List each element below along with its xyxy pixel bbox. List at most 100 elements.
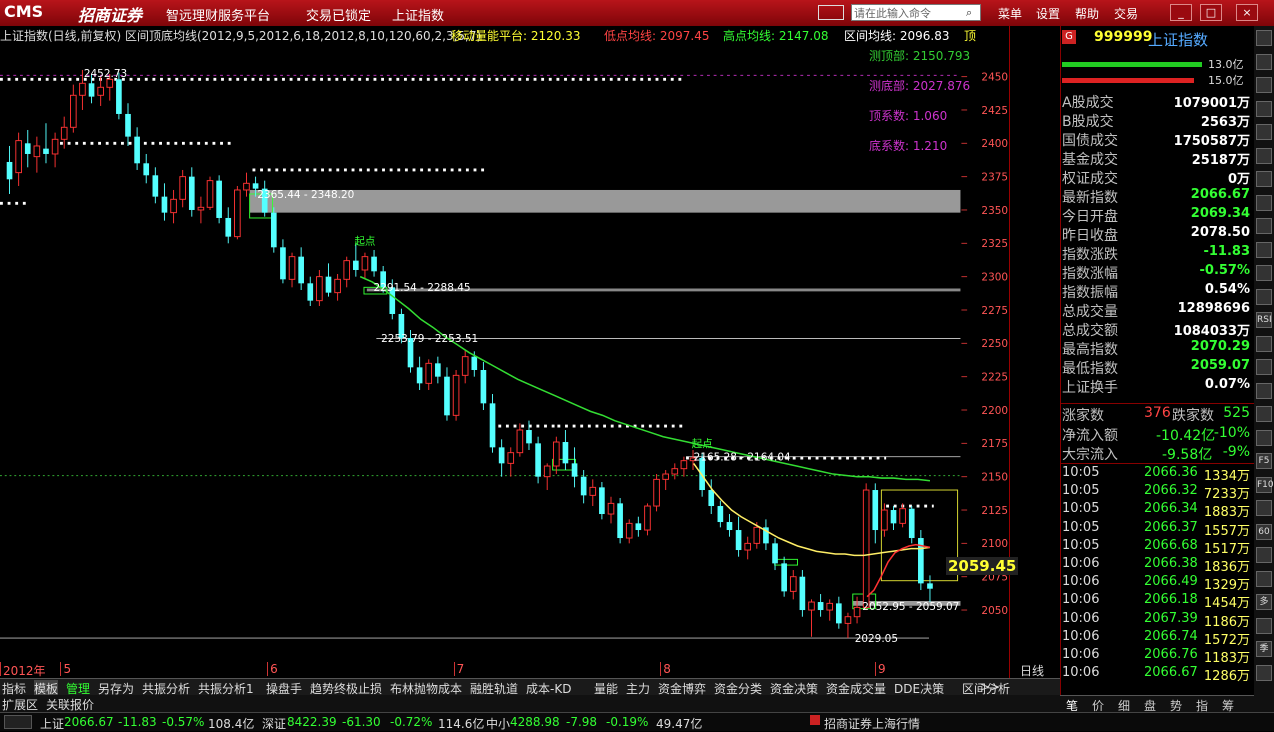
quote-row-value: 2563万 [1200,115,1250,130]
tool-icon[interactable] [1256,547,1272,563]
status-arrows-icon[interactable] [4,715,32,729]
sh-name[interactable]: 上证 [40,715,64,732]
y-tick-label: 2450 [981,71,1008,83]
quote-row-label: B股成交 [1062,114,1114,130]
quote-row-label: A股成交 [1062,95,1114,111]
tool-icon[interactable] [1256,241,1272,258]
candle-body [908,508,915,539]
maximize-button[interactable]: □ [1200,4,1222,21]
candle-body [625,522,633,539]
sh-change: -11.83 [118,715,157,729]
tick-price: 2066.36 [1144,465,1198,480]
toolbar-more-button[interactable]: >> [980,680,1000,694]
y-tick-label: 2175 [981,438,1008,450]
menu-settings[interactable]: 设置 [1036,5,1060,22]
candle-body [152,175,159,197]
tick-volume: 1883万 [1203,505,1250,521]
tool-icon[interactable] [1256,77,1272,93]
level-label: 起点 [692,438,713,450]
menu-trade-locked[interactable]: 交易已锁定 [306,5,371,24]
tick-price: 2066.49 [1144,574,1198,590]
quote-row: 最高指数 2070.29 [1062,339,1250,358]
menu-help[interactable]: 帮助 [1075,5,1099,22]
minimize-button[interactable]: _ [1170,4,1192,21]
period-label[interactable]: 日线 [1020,662,1044,679]
candlestick-chart[interactable]: 2450 2425 2400 2375 2350 2325 2300 2275 2250 2225… [0,42,1010,662]
tool-icon[interactable] [1256,359,1272,375]
candle-body [461,356,469,376]
tick-time: 10:06 [1062,647,1100,662]
candle-body [307,283,314,301]
resistance-band [249,189,961,213]
close-button[interactable]: × [1236,4,1258,21]
quote-code: 999999 [1094,29,1153,45]
tool-icon[interactable] [1256,288,1272,305]
tool-icon[interactable] [1256,617,1272,634]
tick-price: 2066.67 [1144,665,1198,681]
menu-trade[interactable]: 交易 [1114,5,1138,22]
tool-icon[interactable] [1256,664,1272,681]
tool-icon[interactable]: F5 [1256,453,1272,469]
tool-icon[interactable] [1256,335,1272,352]
tool-icon[interactable] [1256,171,1272,187]
tool-icon[interactable]: RSI [1256,312,1272,328]
tick-row: 10:06 2066.49 1329万 [1062,574,1250,593]
y-tick-label: 2100 [981,538,1008,550]
menu-main[interactable]: 菜单 [998,5,1022,22]
y-tick-label: 2350 [981,205,1008,217]
tool-icon[interactable] [1256,265,1272,281]
level-label: 2029.05 [855,633,898,645]
sz-change: -61.30 [342,715,381,729]
quote-row-value: 2059.07 [1190,358,1250,373]
search-icon[interactable]: ⌕ [966,6,980,20]
tool-icon[interactable] [1256,30,1272,46]
tool-icon[interactable] [1256,429,1272,446]
menu-platform[interactable]: 智远理财服务平台 [166,5,270,24]
tool-icon[interactable] [1256,53,1272,70]
indicator-info-bar: 上证指数(日线,前复权) 区间顶底均线(2012,9,5,2012,6,18,2… [0,26,1010,43]
tool-icon[interactable]: F10 [1256,476,1274,493]
tool-icon[interactable] [1256,570,1272,587]
tool-icon[interactable]: 季 [1256,641,1272,657]
tick-volume: 1836万 [1203,560,1250,575]
tool-icon[interactable] [1256,218,1272,234]
zx-name[interactable]: 中小 [486,715,510,732]
quote-row-label: 指数振幅 [1062,285,1118,301]
ext-area-tab[interactable]: 扩展区 [2,696,38,713]
tool-icon[interactable] [1256,382,1272,399]
candle-body [899,508,906,524]
keyboard-icon[interactable] [818,5,844,20]
tool-icon[interactable] [1256,124,1272,140]
x-tick-label: 7 [456,662,465,676]
quote-row-value: 2070.29 [1190,339,1250,354]
tick-row: 10:05 2066.36 1334万 [1062,465,1250,484]
candle-body [143,163,150,176]
menu-index-name[interactable]: 上证指数 [392,5,444,24]
tool-icon[interactable]: 60 [1256,523,1272,540]
candle-body [516,429,524,454]
related-quote-tab[interactable]: 关联报价 [46,696,94,713]
candle-body [662,473,669,480]
candle-body [781,563,787,592]
candle-body [789,576,797,592]
quote-row-label: 指数涨跌 [1062,247,1118,263]
tick-row: 10:06 2066.74 1572万 [1062,629,1250,648]
quote-row-value: 0.07% [1204,377,1250,392]
tool-icon[interactable] [1256,147,1272,164]
y-tick-label: 2425 [981,105,1008,117]
sz-name[interactable]: 深证 [262,715,286,732]
quote-name: 上证指数 [1148,31,1209,49]
candle-body [589,486,597,496]
tool-icon[interactable]: 多 [1256,594,1272,610]
level-label: 2052.95 - 2059.07 [862,601,959,613]
candle-body [298,256,304,284]
tool-icon[interactable] [1256,100,1272,117]
tool-icon[interactable] [1256,406,1272,422]
tool-icon[interactable] [1256,194,1272,211]
tick-time: 10:05 [1062,501,1100,517]
quote-row-value: 12898696 [1177,301,1250,316]
candle-body [88,83,95,97]
tool-icon[interactable] [1256,500,1272,516]
server-status-icon [810,715,820,725]
command-input[interactable]: 请在此输入命令 [851,4,981,21]
